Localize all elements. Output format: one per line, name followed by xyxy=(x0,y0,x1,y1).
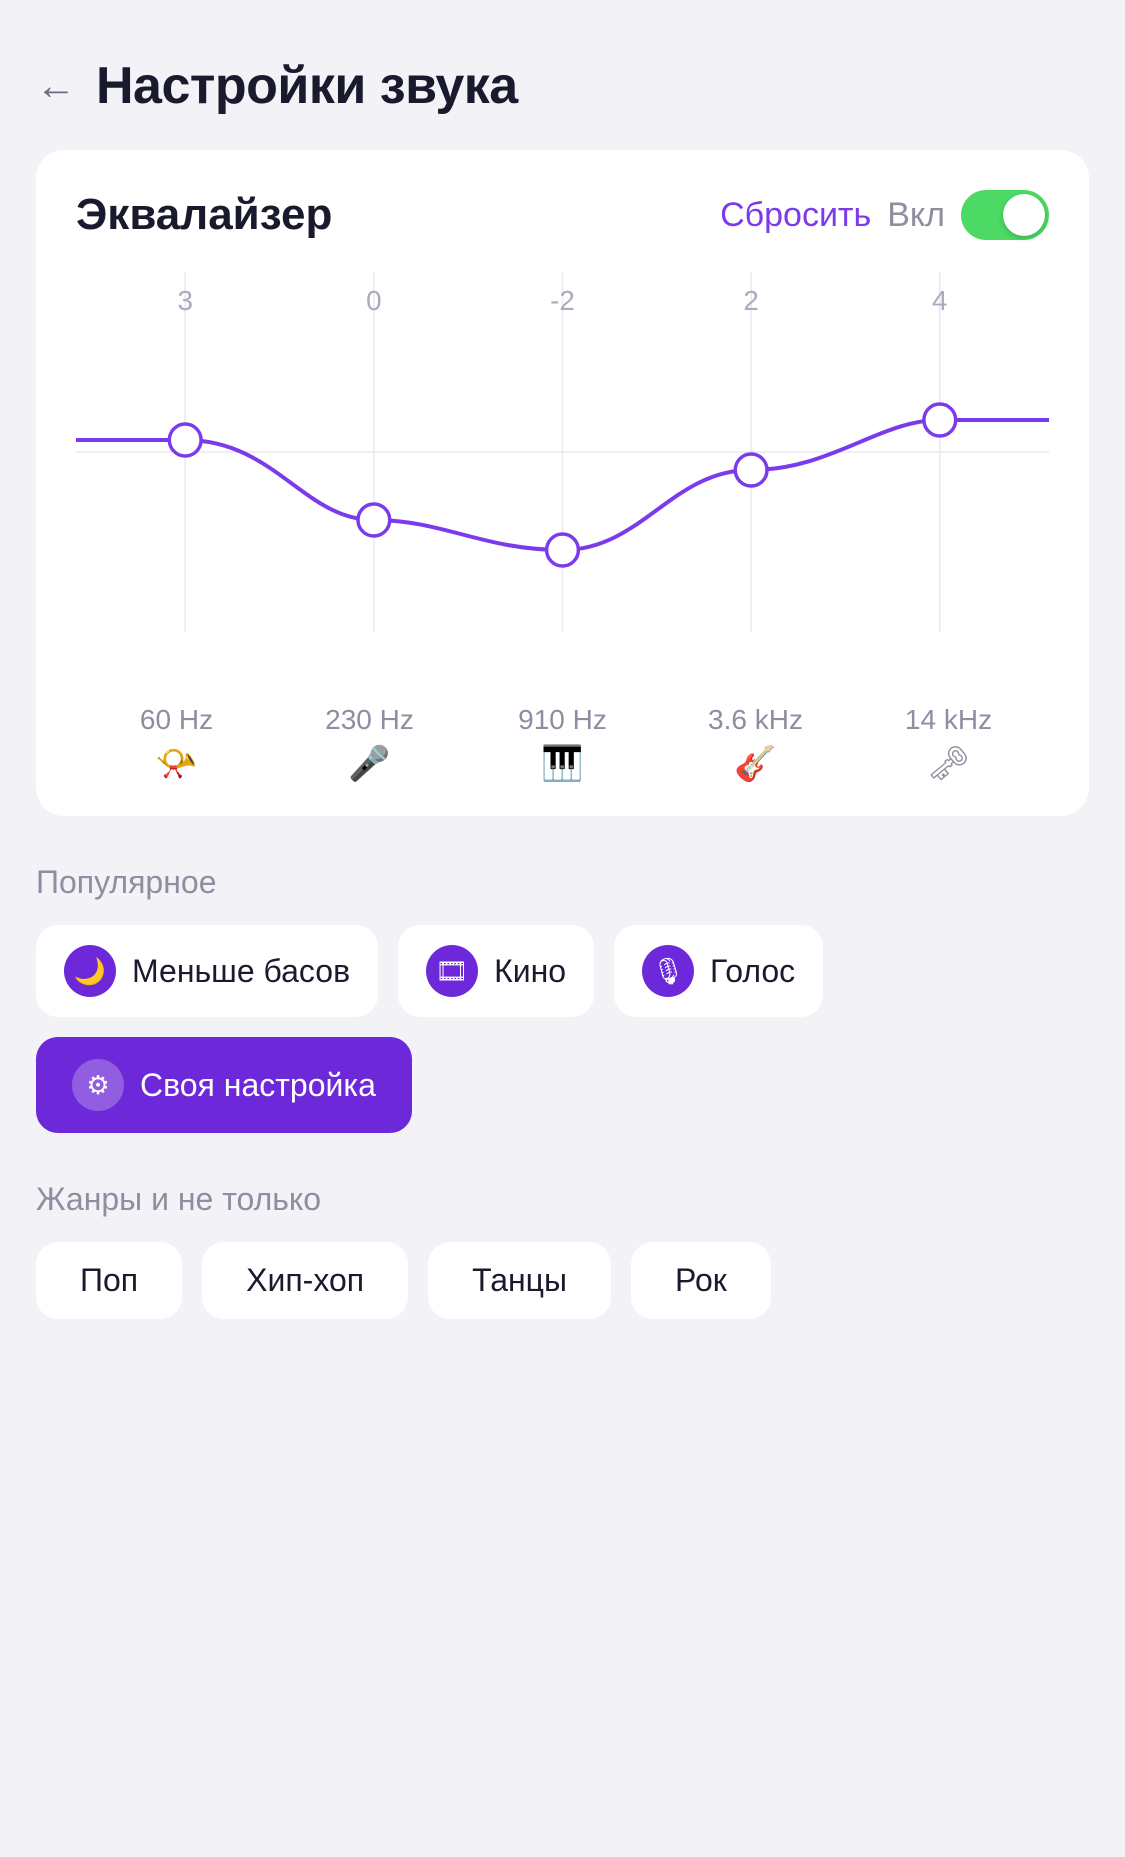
popular-section: Популярное 🌙 Меньше басов 🎞 Кино 🎙 Голос… xyxy=(0,864,1125,1133)
eq-reset-button[interactable]: Сбросить xyxy=(720,196,871,235)
svg-text:2: 2 xyxy=(743,285,758,316)
genres-section: Жанры и не только Поп Хип-хоп Танцы Рок xyxy=(0,1181,1125,1319)
eq-graph[interactable]: 3 0 -2 2 4 xyxy=(76,272,1049,692)
toggle-thumb xyxy=(1003,194,1045,236)
freq-label-5: 14 kHz xyxy=(905,704,992,736)
svg-text:4: 4 xyxy=(932,285,947,316)
genre-chip-hiphop[interactable]: Хип-хоп xyxy=(202,1242,408,1319)
genre-chip-pop[interactable]: Поп xyxy=(36,1242,182,1319)
freq-label-1: 60 Hz xyxy=(140,704,213,736)
back-button[interactable]: ← xyxy=(36,66,76,106)
genre-chip-rock[interactable]: Рок xyxy=(631,1242,771,1319)
equalizer-section: Эквалайзер Сбросить Вкл xyxy=(0,150,1125,816)
eq-header: Эквалайзер Сбросить Вкл xyxy=(76,190,1049,240)
svg-text:3: 3 xyxy=(177,285,192,316)
freq-icon-4: 🎸 xyxy=(734,744,776,784)
chip-custom[interactable]: ⚙ Своя настройка xyxy=(36,1037,412,1133)
freq-icon-1: 📯 xyxy=(155,744,197,784)
chip-icon-custom: ⚙ xyxy=(72,1059,124,1111)
eq-controls: Сбросить Вкл xyxy=(720,190,1049,240)
eq-toggle-label: Вкл xyxy=(887,196,945,235)
freq-icon-5: 🗝 xyxy=(927,744,970,784)
freq-col-1: 60 Hz 📯 xyxy=(80,704,273,784)
chip-label-voice: Голос xyxy=(710,953,795,990)
eq-point-5[interactable] xyxy=(924,404,956,436)
genre-chip-dance[interactable]: Танцы xyxy=(428,1242,611,1319)
freq-label-4: 3.6 kHz xyxy=(708,704,803,736)
equalizer-card: Эквалайзер Сбросить Вкл xyxy=(36,150,1089,816)
freq-col-5: 14 kHz 🗝 xyxy=(852,704,1045,784)
eq-point-2[interactable] xyxy=(358,504,390,536)
popular-chips-row: 🌙 Меньше басов 🎞 Кино 🎙 Голос xyxy=(36,925,1089,1017)
toggle-track xyxy=(961,190,1049,240)
freq-label-2: 230 Hz xyxy=(325,704,414,736)
chip-icon-less-bass: 🌙 xyxy=(64,945,116,997)
eq-svg: 3 0 -2 2 4 xyxy=(76,272,1049,692)
genre-chips-row: Поп Хип-хоп Танцы Рок xyxy=(36,1242,1089,1319)
chip-cinema[interactable]: 🎞 Кино xyxy=(398,925,594,1017)
chip-less-bass[interactable]: 🌙 Меньше басов xyxy=(36,925,378,1017)
freq-col-4: 3.6 kHz 🎸 xyxy=(659,704,852,784)
chip-icon-voice: 🎙 xyxy=(642,945,694,997)
freq-label-3: 910 Hz xyxy=(518,704,607,736)
eq-point-4[interactable] xyxy=(735,454,767,486)
chip-label-custom: Своя настройка xyxy=(140,1067,376,1104)
chip-icon-cinema: 🎞 xyxy=(426,945,478,997)
freq-col-3: 910 Hz 🎹 xyxy=(466,704,659,784)
page-title: Настройки звука xyxy=(96,56,518,116)
freq-col-2: 230 Hz 🎤 xyxy=(273,704,466,784)
chip-voice[interactable]: 🎙 Голос xyxy=(614,925,823,1017)
chip-label-cinema: Кино xyxy=(494,953,566,990)
chip-label-less-bass: Меньше басов xyxy=(132,953,350,990)
popular-section-title: Популярное xyxy=(36,864,1089,901)
eq-toggle[interactable] xyxy=(961,190,1049,240)
bottom-spacer xyxy=(0,1319,1125,1519)
eq-point-1[interactable] xyxy=(169,424,201,456)
eq-freq-labels: 60 Hz 📯 230 Hz 🎤 910 Hz 🎹 3.6 kHz 🎸 14 k… xyxy=(76,704,1049,784)
eq-title: Эквалайзер xyxy=(76,190,332,240)
eq-point-3[interactable] xyxy=(547,534,579,566)
freq-icon-3: 🎹 xyxy=(541,744,583,784)
freq-icon-2: 🎤 xyxy=(348,744,390,784)
svg-text:-2: -2 xyxy=(550,285,575,316)
genres-section-title: Жанры и не только xyxy=(36,1181,1089,1218)
svg-text:0: 0 xyxy=(366,285,381,316)
header: ← Настройки звука xyxy=(0,0,1125,140)
